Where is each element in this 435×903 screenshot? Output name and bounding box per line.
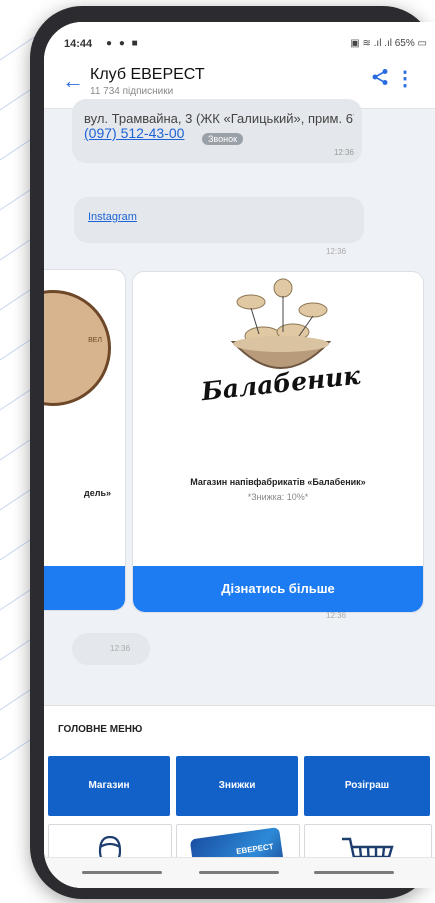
main-menu-keyboard: ГОЛОВНЕ МЕНЮ Магазин Знижки Розіграш ЕВЕ…: [44, 705, 435, 888]
carousel-card-balabenyk: Балабеник Магазин напівфабрикатів «Балаб…: [132, 271, 424, 613]
instagram-link[interactable]: Instagram: [88, 211, 137, 223]
balabenyk-logo: Балабеник: [199, 278, 363, 406]
notification-icons: ● ● ■: [106, 38, 140, 49]
subscriber-count: 11 734 підписники: [90, 86, 174, 97]
learn-more-button[interactable]: Дізнатись більше: [133, 566, 423, 612]
more-options-icon[interactable]: ⋮: [395, 66, 415, 91]
discount-text: *Знижка: 10%*: [247, 492, 309, 502]
channel-title[interactable]: Клуб ЕВЕРЕСТ: [90, 66, 205, 84]
chat-area: вул. Трамвайна, 3 (ЖК «Галицький», прим.…: [44, 99, 435, 888]
phone-link[interactable]: (097) 512-43-00: [84, 125, 184, 141]
address-message: вул. Трамвайна, 3 (ЖК «Галицький», прим.…: [72, 99, 362, 163]
message-time: 12:36: [110, 644, 131, 653]
share-icon[interactable]: [371, 68, 389, 92]
message-time: 12:36: [333, 148, 354, 157]
nav-recents-button[interactable]: [82, 871, 162, 874]
menu-button-shop[interactable]: Магазин: [48, 756, 170, 816]
previous-card-button[interactable]: [44, 566, 125, 610]
status-right-icons: ▣ ≋ .ıl .ıl 65% ▭: [350, 38, 427, 49]
back-arrow-icon[interactable]: ←: [62, 68, 84, 94]
empty-message: 12:36: [72, 633, 150, 665]
menu-button-giveaway[interactable]: Розіграш: [304, 756, 430, 816]
shop-name: Магазин напівфабрикатів «Балабеник»: [190, 477, 366, 487]
call-tag[interactable]: Звонок: [202, 133, 244, 145]
card-brand: ЕВЕРЕСТ: [235, 841, 275, 857]
nav-back-button[interactable]: [314, 871, 394, 874]
menu-button-discounts[interactable]: Знижки: [176, 756, 298, 816]
phone-screen: 14:44 ● ● ■ ▣ ≋ .ıl .ıl 65% ▭ ← Клуб ЕВЕ…: [44, 22, 435, 888]
status-time: 14:44: [64, 38, 93, 50]
carousel-card-previous[interactable]: ВЕЛ дель»: [44, 269, 126, 611]
main-menu-title: ГОЛОВНЕ МЕНЮ: [58, 724, 143, 735]
shop-logo-oval: ВЕЛ: [44, 290, 111, 406]
carousel-time: 12:36: [326, 611, 347, 620]
status-bar: 14:44 ● ● ■ ▣ ≋ .ıl .ıl 65% ▭: [44, 22, 435, 56]
address-text: вул. Трамвайна, 3 (ЖК «Галицький», прим.…: [84, 111, 354, 126]
nav-home-button[interactable]: [199, 871, 279, 874]
previous-card-caption: дель»: [84, 488, 111, 498]
system-nav-bar: [44, 857, 435, 888]
message-time: 12:36: [326, 247, 347, 256]
instagram-message: Instagram: [74, 197, 364, 243]
